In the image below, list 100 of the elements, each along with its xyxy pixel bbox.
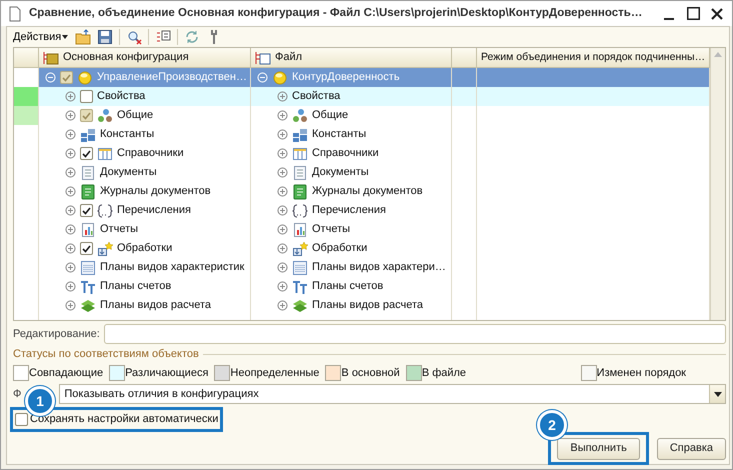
tree-item[interactable]: Журналы документов (312, 183, 423, 200)
tree-item[interactable]: Планы видов характери… (312, 259, 446, 276)
expand-icon[interactable] (65, 167, 76, 178)
accounts-icon (80, 278, 96, 294)
expand-icon[interactable] (65, 224, 76, 235)
maximize-button[interactable] (684, 4, 702, 22)
tree-item[interactable]: Отчеты (312, 221, 350, 238)
tree-item[interactable]: Перечисления (312, 202, 386, 219)
expand-icon[interactable] (65, 129, 76, 140)
tree-item[interactable]: Журналы документов (100, 183, 211, 200)
collapse-icon[interactable] (45, 72, 56, 83)
tree-item[interactable]: Свойства (292, 88, 340, 105)
checkbox[interactable] (80, 242, 93, 255)
close-icon (711, 8, 723, 20)
expand-icon[interactable] (65, 110, 76, 121)
column-header[interactable]: Основная конфигурация (63, 49, 189, 66)
filter-dropdown[interactable]: Показывать отличия в конфигурациях (59, 384, 726, 404)
checkbox[interactable] (80, 90, 93, 103)
journal-icon (80, 184, 96, 200)
expand-icon[interactable] (277, 167, 288, 178)
expand-icon[interactable] (277, 129, 288, 140)
checkbox[interactable] (80, 204, 93, 217)
tree-item[interactable]: Общие (117, 107, 154, 124)
tree-item[interactable]: Документы (312, 164, 369, 181)
checkbox[interactable] (15, 412, 28, 426)
tree-item[interactable]: Справочники (117, 145, 184, 162)
column-header[interactable]: Файл (275, 49, 302, 66)
run-button[interactable]: Выполнить (557, 438, 640, 460)
caret-icon (61, 33, 70, 41)
caret-icon (714, 392, 722, 396)
file-icon (255, 50, 271, 66)
save-icon[interactable] (97, 29, 114, 45)
report-icon (80, 222, 96, 238)
scrollbar[interactable] (710, 48, 725, 320)
check-icon (82, 206, 91, 214)
legend-label: В файле (422, 366, 466, 380)
expand-icon[interactable] (65, 243, 76, 254)
tree-item[interactable]: Константы (100, 126, 154, 143)
expand-icon[interactable] (65, 281, 76, 292)
expand-icon[interactable] (277, 205, 288, 216)
expand-icon[interactable] (65, 300, 76, 311)
tree-item[interactable]: Общие (312, 107, 348, 124)
column-header[interactable]: Режим объединения и порядок подчиненны… (481, 50, 706, 66)
refresh-icon[interactable] (184, 29, 200, 45)
expand-icon[interactable] (65, 262, 76, 273)
legend-label: Различающиеся (125, 366, 208, 380)
tree-item[interactable]: Планы счетов (100, 278, 172, 295)
check-icon (82, 150, 91, 158)
tree-item[interactable]: Обработки (117, 240, 172, 257)
expand-icon[interactable] (277, 224, 288, 235)
expand-icon[interactable] (277, 186, 288, 197)
journal-icon (292, 184, 308, 200)
expand-icon[interactable] (277, 91, 288, 102)
collapse-icon[interactable] (257, 72, 268, 83)
open-folder-icon[interactable] (75, 29, 92, 45)
tree-item[interactable]: Свойства (97, 88, 146, 105)
expand-icon[interactable] (277, 148, 288, 159)
actions-menu[interactable]: Действия (13, 28, 70, 46)
tree-item[interactable]: Планы счетов (312, 278, 384, 295)
table-icon (97, 146, 113, 162)
braces-icon (97, 202, 113, 218)
tree-item[interactable]: Планы видов характеристик (100, 259, 244, 276)
expand-icon[interactable] (277, 110, 288, 121)
expand-icon[interactable] (65, 186, 76, 197)
compare-icon[interactable] (126, 29, 142, 45)
legend-label: Изменен порядок (596, 366, 686, 380)
tree-item[interactable]: Константы (312, 126, 366, 143)
scroll-up-icon (714, 51, 722, 57)
grid-icon (292, 260, 308, 276)
expand-icon[interactable] (65, 148, 76, 159)
expand-icon[interactable] (277, 300, 288, 311)
help-button[interactable]: Справка (656, 438, 726, 460)
expand-icon[interactable] (277, 281, 288, 292)
accounts-icon (292, 278, 308, 294)
highlighted-row[interactable]: Свойства Свойства (39, 87, 710, 106)
legend-label: Совпадающие (29, 366, 104, 380)
expand-icon[interactable] (277, 262, 288, 273)
common-objects-icon (97, 108, 113, 124)
document-icon (292, 164, 308, 180)
tree-item[interactable]: Перечисления (117, 202, 191, 219)
checkbox[interactable] (80, 147, 93, 160)
tree-item[interactable]: Справочники (312, 145, 379, 162)
expand-icon[interactable] (65, 205, 76, 216)
tree-item[interactable]: Отчеты (100, 221, 138, 238)
configuration-icon (43, 50, 59, 66)
layers-icon (292, 298, 308, 314)
legend-label: Неопределенные (230, 366, 320, 380)
expand-icon[interactable] (65, 91, 76, 102)
expand-icon[interactable] (277, 243, 288, 254)
report-icon (292, 222, 308, 238)
tree-item[interactable]: Планы видов расчета (100, 297, 212, 314)
tree-item[interactable]: Обработки (312, 240, 368, 257)
group-title: Статусы по соответствиям объектов (13, 347, 199, 362)
tree-item[interactable]: Документы (100, 164, 157, 181)
editing-field[interactable] (104, 324, 726, 344)
check-icon (82, 244, 91, 252)
tree-item[interactable]: Планы видов расчета (312, 297, 424, 314)
constants-icon (292, 126, 308, 142)
annotation-marker: 1 (25, 386, 55, 416)
common-objects-icon (292, 108, 308, 124)
